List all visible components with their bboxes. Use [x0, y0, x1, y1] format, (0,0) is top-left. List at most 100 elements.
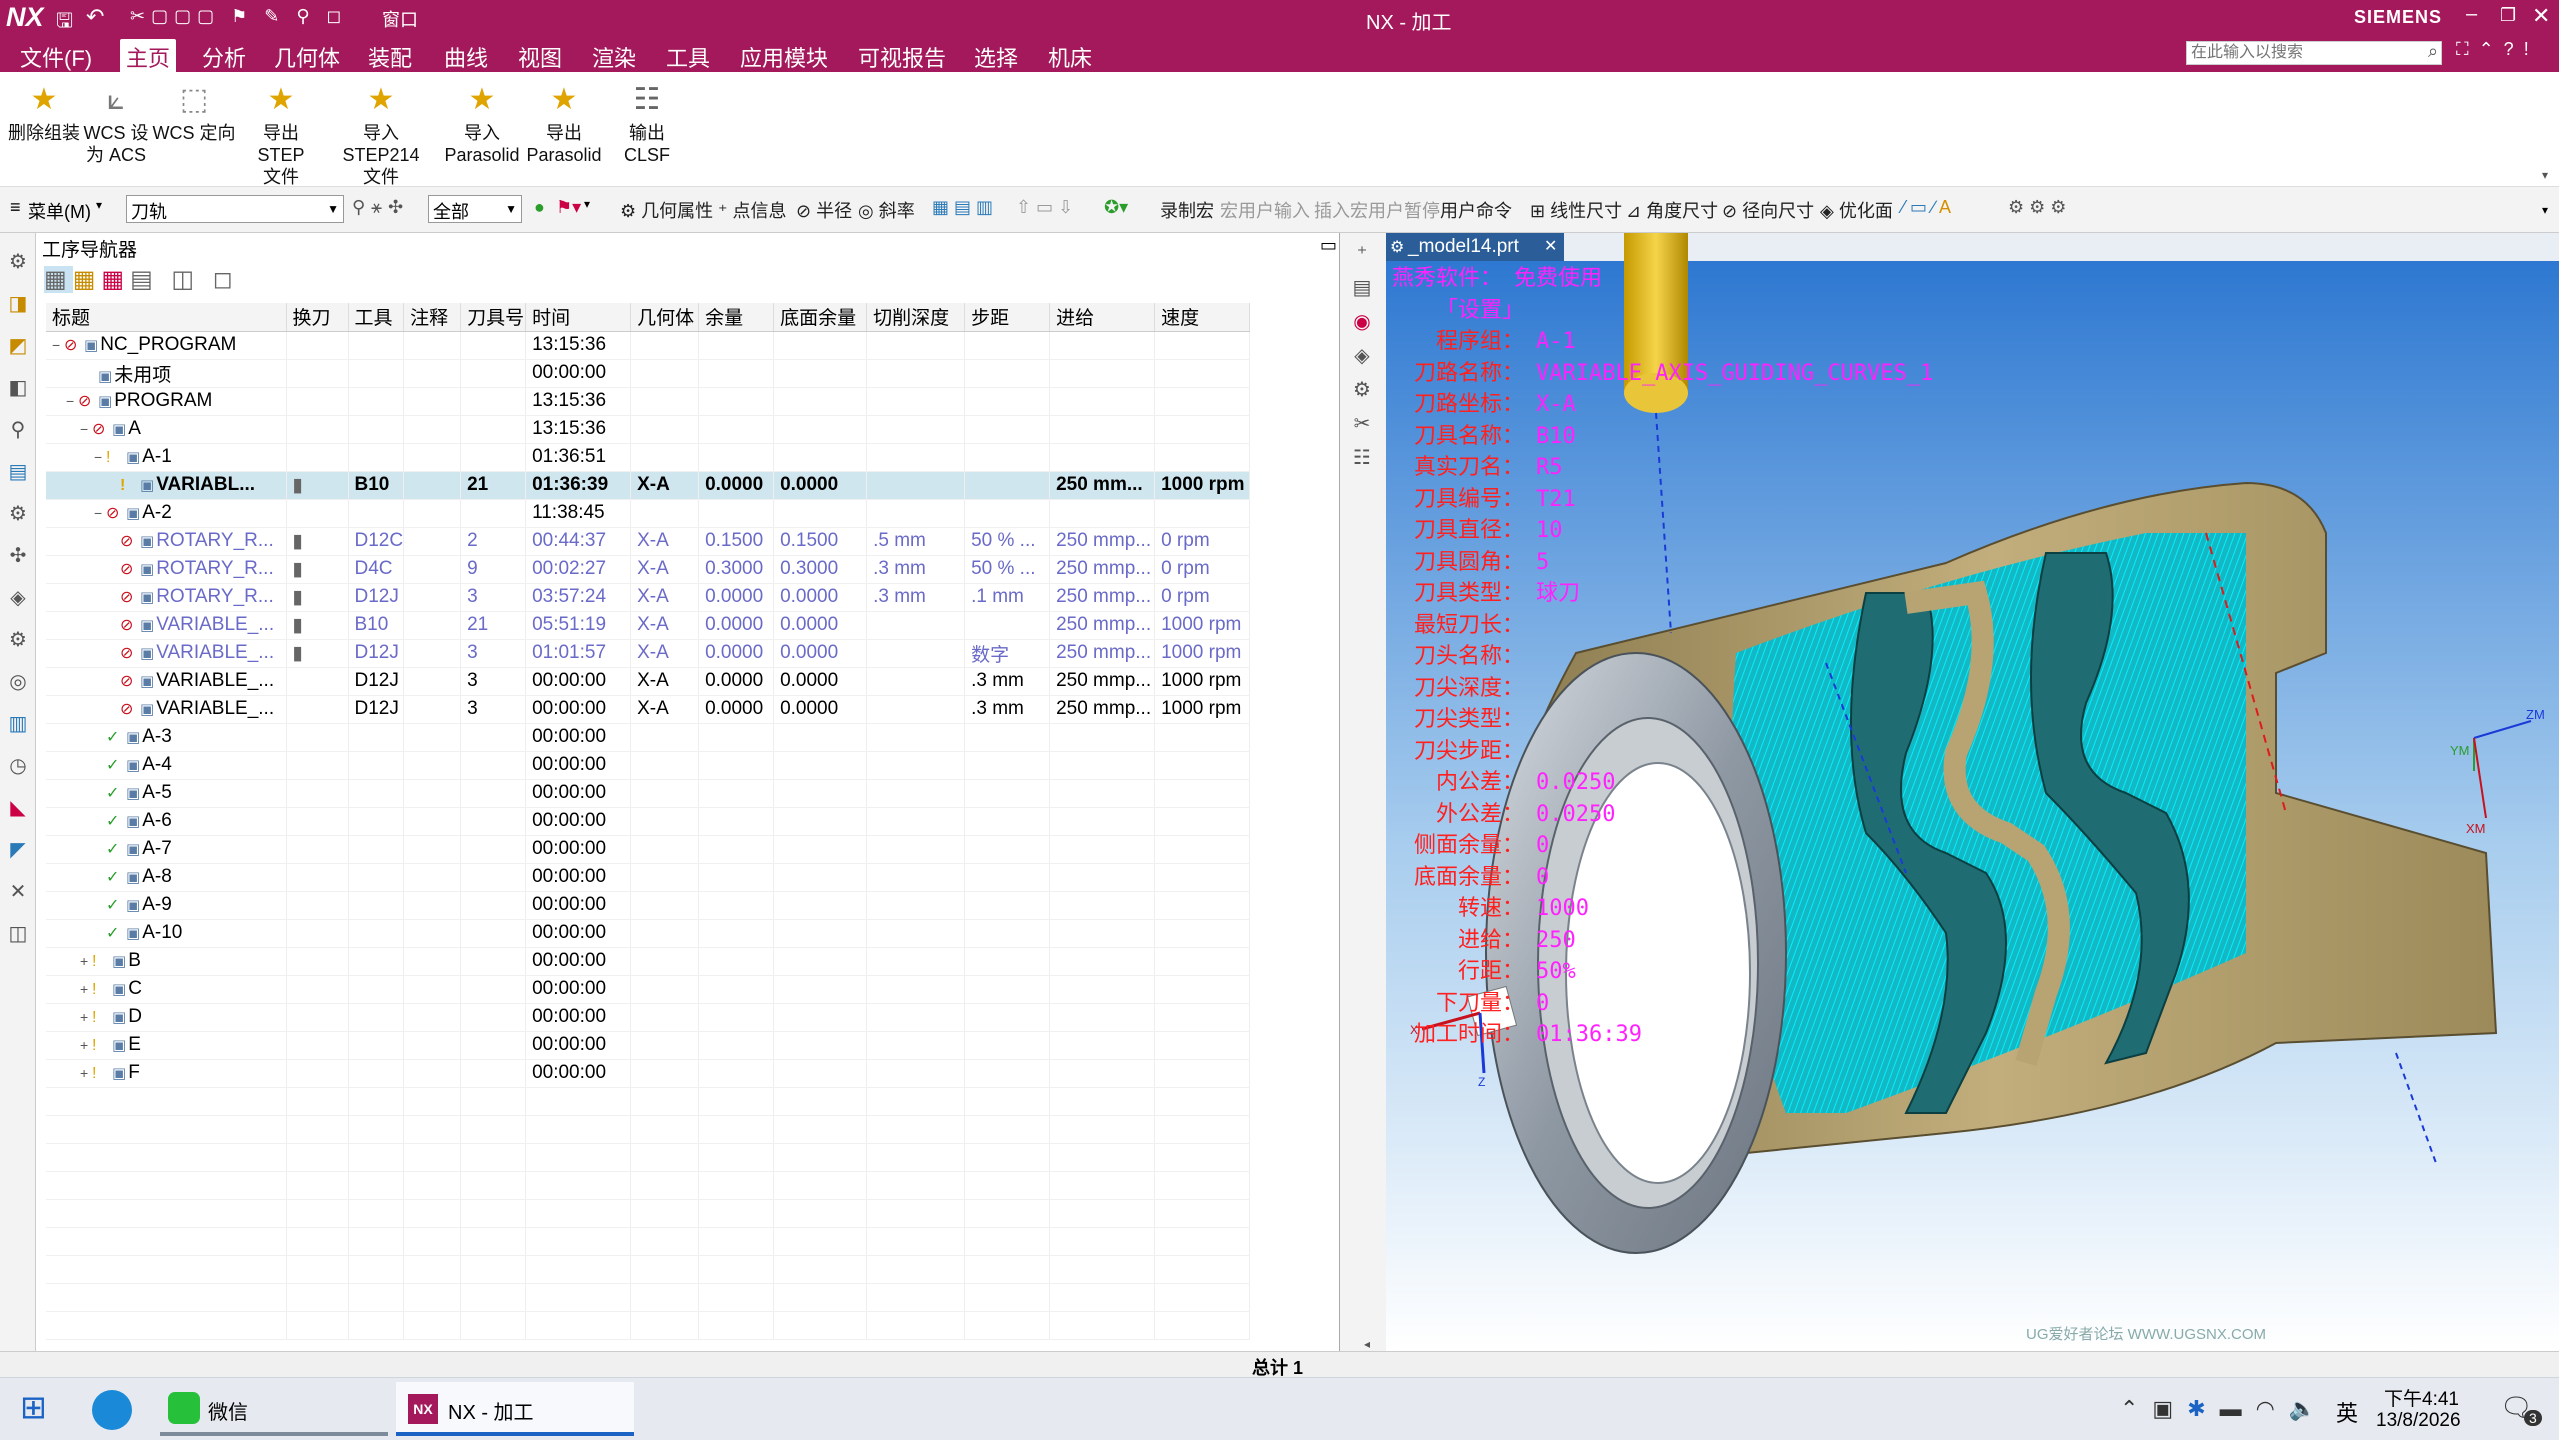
maximize-panel-icon[interactable]: ▭ [1320, 235, 1337, 256]
expand-toggle-icon[interactable]: + [80, 981, 92, 997]
table-row[interactable]: − ⊘ ▣ PROGRAM 13:15:36 [46, 387, 1251, 416]
table-row[interactable]: ✓ ▣ A-6 00:00:00 [46, 807, 1251, 836]
col-cut-depth[interactable]: 切削深度 [866, 303, 966, 332]
ime-indicator[interactable]: 英 [2336, 1396, 2358, 1428]
export-step-button[interactable]: ★ 导出 STEP 文件 [238, 82, 324, 188]
menu-view[interactable]: 视图 [512, 39, 568, 75]
output-clsf-button[interactable]: ☷ 输出 CLSF [604, 82, 690, 166]
viewport-tool-icons[interactable]: ⁺ ▤ ◉ ◈ ⚙ ✂ ☷ [1348, 237, 1376, 475]
menu-analysis[interactable]: 分析 [196, 39, 252, 75]
resource-bar-icons[interactable]: ⚙ ◨ ◩ ◧ ⚲ ▤ ⚙ ✣ ◈ ⚙ ◎ ▥ ◷ ◣ ◤ ✕ ◫ [6, 241, 30, 955]
optimize-face-button[interactable]: ◈ 优化面 [1820, 197, 1893, 223]
clock-date[interactable]: 13/8/2026 [2376, 1410, 2461, 1432]
tray-icons[interactable]: ⌃▣✱▬◠🔈 [2120, 1396, 2330, 1422]
table-row[interactable]: ✓ ▣ A-8 00:00:00 [46, 863, 1251, 892]
macro-user-input-button[interactable]: 宏用户输入 [1220, 197, 1310, 223]
geometry-properties-button[interactable]: ⚙ 几何属性 [620, 197, 713, 223]
edge-browser-icon[interactable] [92, 1390, 132, 1430]
expand-toggle-icon[interactable]: + [80, 1009, 92, 1025]
table-row[interactable]: ✓ ▣ A-5 00:00:00 [46, 779, 1251, 808]
ribbon-options-icons[interactable]: ⛶⌃?! [2456, 39, 2539, 60]
clock-time[interactable]: 下午4:41 [2384, 1384, 2459, 1411]
table-row[interactable]: +! ▣ F 00:00:00 [46, 1059, 1251, 1088]
record-macro-button[interactable]: 录制宏 [1160, 197, 1214, 223]
search-icon[interactable]: ⌕ [2428, 41, 2438, 62]
expand-toggle-icon[interactable]: + [80, 953, 92, 969]
table-row[interactable]: ⊘ ▣ VARIABLE_... ▮ D12J 3 01:01:57 X-A 0.0000 0.0… [46, 639, 1251, 668]
command-search-input[interactable] [2186, 41, 2442, 65]
col-tool-change[interactable]: 换刀 [286, 303, 349, 332]
import-step214-button[interactable]: ★ 导入 STEP214 文件 [326, 82, 436, 188]
table-row[interactable]: ✓ ▣ A-9 00:00:00 [46, 891, 1251, 920]
col-notes[interactable]: 注释 [403, 303, 462, 332]
filter-icons[interactable]: ⚲⚹✣ [352, 197, 409, 218]
menu-curve[interactable]: 曲线 [438, 39, 494, 75]
table-row[interactable]: − ⊘ ▣ A-2 11:38:45 [46, 499, 1251, 528]
expand-toggle-icon[interactable]: − [52, 337, 64, 353]
col-tool-number[interactable]: 刀具号 [460, 303, 527, 332]
insert-macro-pause-button[interactable]: 插入宏用户暂停 [1314, 197, 1440, 223]
radius-button[interactable]: ⊘ 半径 [796, 197, 852, 223]
menu-applications[interactable]: 应用模块 [734, 39, 834, 75]
table-row[interactable]: ⊘ ▣ ROTARY_R... ▮ D12J 3 03:57:24 X-A 0.0000 0.00… [46, 583, 1251, 612]
render-style-icon[interactable]: ✪▾ [1104, 197, 1128, 218]
table-row[interactable]: ✓ ▣ A-7 00:00:00 [46, 835, 1251, 864]
expand-toggle-icon[interactable]: − [94, 505, 106, 521]
menu-home[interactable]: 主页 [120, 39, 177, 73]
import-parasolid-button[interactable]: ★ 导入 Parasolid [440, 82, 524, 166]
menu-visual-report[interactable]: 可视报告 [852, 39, 952, 75]
nx-logo[interactable]: NX [6, 2, 44, 33]
col-feed[interactable]: 进给 [1049, 303, 1156, 332]
table-row[interactable]: ! ▣ VARIABL... ▮ B10 21 01:36:39 X-A 0.0000 0.000… [46, 471, 1251, 500]
view-tools-icons[interactable]: ▦ ▤ ▥ [932, 197, 993, 218]
model-tab-icon[interactable]: ⚙ [1390, 237, 1404, 257]
graphics-viewport[interactable]: ⚙ _model14.prt ✕ ZM YM XM X Z UG爱好者论坛 WW… [1386, 233, 2559, 1351]
point-info-button[interactable]: ⁺ 点信息 [718, 197, 787, 223]
toolbar-overflow-icon[interactable]: ▾ [2542, 203, 2548, 217]
table-row[interactable]: ✓ ▣ A-3 00:00:00 [46, 723, 1251, 752]
windows-start-icon[interactable]: ⊞ [20, 1388, 47, 1426]
window-menu[interactable]: 窗口 [382, 6, 418, 32]
table-row[interactable]: +! ▣ B 00:00:00 [46, 947, 1251, 976]
extra-tools-icons[interactable]: ⚙ ⚙ ⚙ [2008, 197, 2066, 218]
slope-button[interactable]: ◎ 斜率 [858, 197, 915, 223]
col-floor-stock[interactable]: 底面余量 [773, 303, 868, 332]
table-row[interactable]: ✓ ▣ A-4 00:00:00 [46, 751, 1251, 780]
table-row[interactable]: −! ▣ A-1 01:36:51 [46, 443, 1251, 472]
close-button[interactable]: ✕ [2532, 3, 2550, 29]
menu-selection[interactable]: 选择 [968, 39, 1024, 75]
col-stepover[interactable]: 步距 [964, 303, 1051, 332]
model-tab[interactable]: _model14.prt [1408, 236, 1519, 258]
col-tool[interactable]: 工具 [348, 303, 405, 332]
scope-select[interactable]: 全部 ▼ [428, 195, 522, 223]
quick-access-icons[interactable]: ✂▢▢▢ ⚑ ✎ ⚲ ◻ [130, 6, 347, 27]
collapse-arrow-icon[interactable]: ◂ [1364, 1337, 1370, 1351]
expand-toggle-icon[interactable]: − [80, 421, 92, 437]
undo-icon[interactable]: ↶ [86, 4, 104, 30]
menu-geometry[interactable]: 几何体 [268, 39, 346, 75]
expand-toggle-icon[interactable]: − [66, 393, 78, 409]
expand-toggle-icon[interactable]: − [94, 449, 106, 465]
hamburger-icon[interactable]: ≡ [10, 197, 21, 218]
tab-close-icon[interactable]: ✕ [1544, 236, 1557, 256]
table-row[interactable]: ⊘ ▣ VARIABLE_... D12J 3 00:00:00 X-A 0.0000 0.00… [46, 667, 1251, 696]
table-row[interactable]: ▣ 未用项 00:00:00 [46, 359, 1251, 388]
chevron-down-icon[interactable]: ▾ [96, 198, 102, 212]
sketch-tools-icons[interactable]: ⁄ ▭ ∕ A [1902, 197, 1951, 218]
expand-toggle-icon[interactable]: + [80, 1037, 92, 1053]
table-row[interactable]: ✓ ▣ A-10 00:00:00 [46, 919, 1251, 948]
type-filter-select[interactable]: 刀轨 ▼ [126, 195, 344, 223]
radial-dimension-button[interactable]: ⊘ 径向尺寸 [1722, 197, 1814, 223]
user-command-button[interactable]: 用户命令 [1440, 197, 1512, 223]
angular-dimension-button[interactable]: ⊿ 角度尺寸 [1626, 197, 1718, 223]
wcs-orient-button[interactable]: ⬚ WCS 定向 [152, 82, 236, 144]
taskbar-wechat[interactable]: 微信 [160, 1382, 388, 1436]
restore-button[interactable]: ❐ [2500, 5, 2516, 26]
table-row[interactable]: +! ▣ D 00:00:00 [46, 1003, 1251, 1032]
col-time[interactable]: 时间 [525, 303, 632, 332]
menu-assembly[interactable]: 装配 [362, 39, 418, 75]
color-ball-icon[interactable]: ● [534, 197, 545, 218]
table-row[interactable]: ⊘ ▣ VARIABLE_... ▮ B10 21 05:51:19 X-A 0.0000 0.0… [46, 611, 1251, 640]
main-menu-button[interactable]: 菜单(M) [28, 198, 91, 224]
table-row[interactable]: +! ▣ E 00:00:00 [46, 1031, 1251, 1060]
